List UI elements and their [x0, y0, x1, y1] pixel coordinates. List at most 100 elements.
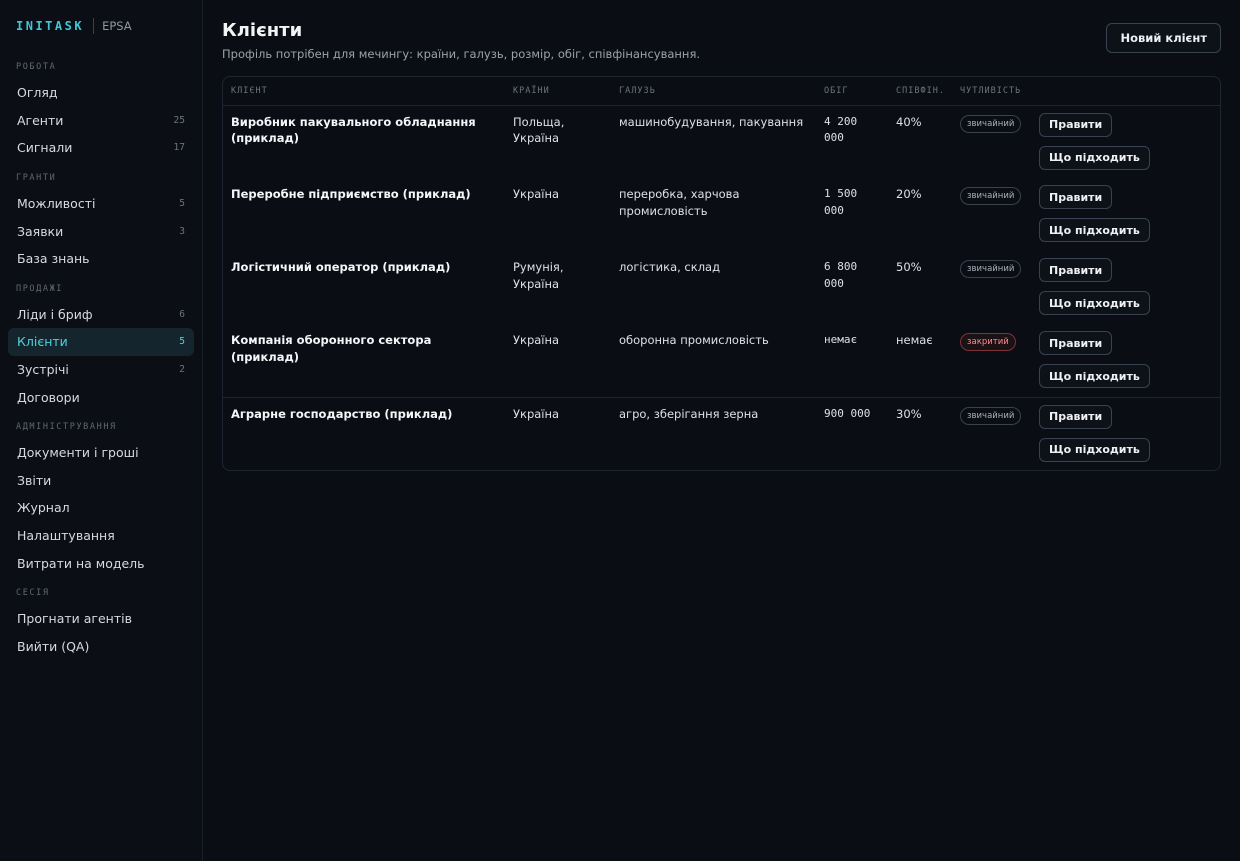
sidebar-item-label: Агенти: [17, 112, 64, 128]
sensitivity-badge: звичайний: [960, 114, 1022, 133]
brand-logo[interactable]: INITASK: [16, 19, 84, 33]
sidebar-item-label: Витрати на модель: [17, 555, 145, 571]
sidebar-item[interactable]: Вийти (QA): [8, 633, 194, 661]
sensitivity-badge: звичайний: [960, 187, 1022, 205]
sidebar-item[interactable]: Прогнати агентів: [8, 605, 194, 633]
column-header-countries: КРАЇНИ: [505, 77, 611, 106]
new-client-button[interactable]: Новий клієнт: [1106, 23, 1221, 53]
column-header-actions: [1031, 77, 1220, 106]
sidebar-item-count: 25: [173, 114, 185, 126]
sidebar-item[interactable]: Зустрічі 2: [8, 356, 194, 384]
nav-section-title: ГРАНТИ: [16, 172, 57, 183]
client-cofinancing: 30%: [888, 396, 952, 470]
sidebar-item[interactable]: Агенти 25: [8, 107, 194, 135]
sidebar-item-count: 3: [179, 225, 185, 237]
sensitivity-cell: звичайний: [952, 396, 1031, 470]
sidebar-item-count: 5: [179, 198, 185, 210]
page-title: Клієнти: [222, 20, 303, 41]
column-header-industry: ГАЛУЗЬ: [611, 77, 816, 106]
clients-table: КЛІЄНТ КРАЇНИ ГАЛУЗЬ ОБІГ СПІВФІН. ЧУТЛИ…: [222, 76, 1221, 471]
edit-client-button[interactable]: Правити: [1039, 112, 1113, 137]
client-cofinancing: немає: [896, 333, 933, 347]
matching-grants-button[interactable]: Що підходить: [1039, 291, 1150, 315]
client-countries: Україна: [513, 187, 560, 201]
sidebar-item-label: Прогнати агентів: [17, 611, 132, 627]
nav-section-title: ПРОДАЖІ: [16, 283, 64, 294]
sidebar-item-label: Сигнали: [17, 140, 73, 156]
client-name: Логістичний оператор (приклад): [231, 260, 451, 274]
sensitivity-badge: закритий: [960, 333, 1016, 351]
matching-grants-button[interactable]: Що підходить: [1039, 364, 1150, 388]
client-name: Виробник пакувального обладнання (прикла…: [231, 114, 476, 146]
client-countries: Україна: [505, 396, 611, 470]
client-countries: Польща, Україна: [513, 114, 565, 146]
column-header-client: КЛІЄНТ: [223, 77, 505, 106]
table-row: Виробник пакувального обладнання (прикла…: [223, 105, 1220, 178]
client-industry: переробка, харчова промисловість: [619, 187, 740, 218]
edit-client-button[interactable]: Правити: [1039, 404, 1113, 429]
client-industry: машинобудування, пакування: [619, 114, 804, 129]
client-cofinancing: 20%: [896, 187, 922, 201]
nav-section-title: АДМІНІСТРУВАННЯ: [16, 421, 117, 432]
sidebar-item-label: Звіти: [17, 472, 52, 488]
sidebar-item[interactable]: Можливості 5: [8, 190, 194, 218]
client-cofinancing: 40%: [896, 114, 922, 129]
sensitivity-cell: звичайний: [952, 251, 1031, 324]
sidebar-item[interactable]: Ліди і бриф 6: [8, 301, 194, 329]
brand: INITASK EPSA: [8, 18, 194, 34]
brand-divider: [93, 18, 95, 34]
matching-grants-button[interactable]: Що підходить: [1039, 145, 1150, 170]
sidebar-item-label: Договори: [17, 389, 80, 405]
client-industry: агро, зберігання зерна: [611, 396, 816, 470]
client-industry: оборонна промисловість: [619, 333, 769, 347]
edit-client-button[interactable]: Правити: [1039, 331, 1113, 355]
sidebar-item[interactable]: Документи і гроші: [8, 439, 194, 467]
sidebar-item[interactable]: Налаштування: [8, 522, 194, 550]
sidebar-item-label: Клієнти: [17, 334, 68, 350]
column-header-turnover: ОБІГ: [816, 77, 888, 106]
row-actions: Правити Що підходить: [1031, 105, 1220, 178]
matching-grants-button[interactable]: Що підходить: [1039, 437, 1150, 462]
sidebar-item-count: 5: [179, 336, 185, 348]
page-header: Клієнти Профіль потрібен для мечингу: кр…: [222, 20, 1221, 61]
client-turnover: 1 500 000: [824, 187, 858, 217]
sidebar-item[interactable]: Сигнали 17: [8, 134, 194, 162]
sidebar-item-label: База знань: [17, 251, 90, 267]
client-turnover: 4 200 000: [824, 114, 858, 145]
sensitivity-badge: звичайний: [960, 406, 1022, 425]
client-turnover: 6 800 000: [824, 260, 858, 290]
sidebar-item[interactable]: Договори: [8, 383, 194, 411]
client-countries: Румунія, Україна: [513, 260, 564, 291]
sidebar-item-label: Огляд: [17, 85, 58, 101]
row-actions: Правити Що підходить: [1031, 251, 1220, 324]
table-header: КЛІЄНТ КРАЇНИ ГАЛУЗЬ ОБІГ СПІВФІН. ЧУТЛИ…: [223, 77, 1220, 106]
row-actions: Правити Що підходить: [1031, 324, 1220, 397]
sidebar-item[interactable]: Огляд: [8, 79, 194, 107]
sidebar-item[interactable]: Журнал: [8, 494, 194, 522]
sidebar-item[interactable]: База знань: [8, 245, 194, 273]
client-turnover: 900 000: [816, 396, 888, 470]
edit-client-button[interactable]: Правити: [1039, 258, 1113, 282]
client-industry: логістика, склад: [619, 260, 721, 274]
sidebar-item-count: 2: [179, 364, 185, 376]
sidebar-item-label: Зустрічі: [17, 362, 69, 378]
matching-grants-button[interactable]: Що підходить: [1039, 218, 1150, 242]
sensitivity-badge: звичайний: [960, 260, 1022, 278]
client-cofinancing: 50%: [896, 260, 922, 274]
sidebar-item[interactable]: Звіти: [8, 467, 194, 495]
sensitivity-cell: звичайний: [952, 178, 1031, 251]
column-header-cofinancing: СПІВФІН.: [888, 77, 952, 106]
sidebar-item-label: Ліди і бриф: [17, 306, 93, 322]
nav-section-title: РОБОТА: [16, 62, 57, 72]
sidebar-item-label: Документи і гроші: [17, 445, 139, 461]
sidebar-item[interactable]: Заявки 3: [8, 217, 194, 245]
table-row: Аграрне господарство (приклад) Україна агр…: [223, 396, 1220, 470]
sidebar-item[interactable]: Витрати на модель: [8, 549, 194, 577]
sensitivity-cell: звичайний: [952, 105, 1031, 178]
edit-client-button[interactable]: Правити: [1039, 185, 1113, 209]
brand-org: EPSA: [102, 19, 132, 33]
nav-section-title: СЕСІЯ: [16, 587, 50, 598]
sidebar-item[interactable]: Клієнти 5: [8, 328, 194, 356]
sidebar-item-count: 6: [179, 308, 185, 320]
sidebar-item-label: Журнал: [17, 500, 70, 516]
